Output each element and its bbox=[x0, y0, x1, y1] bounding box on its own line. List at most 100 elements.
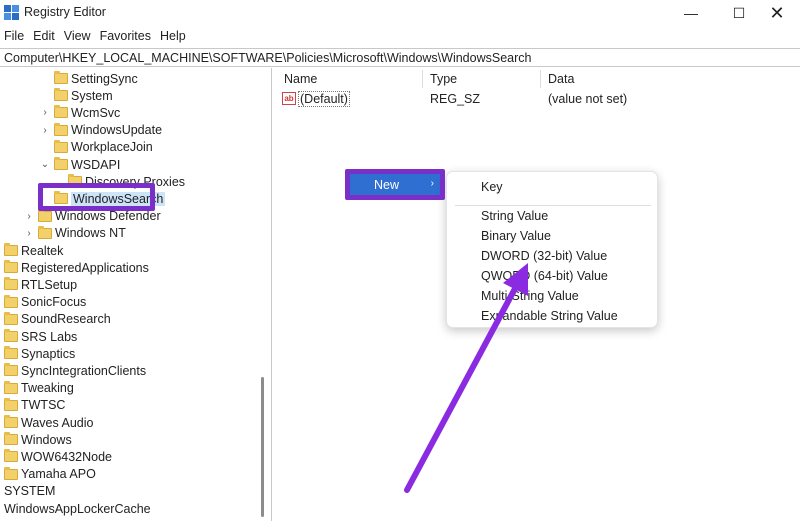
tree-item-label: SYSTEM bbox=[4, 484, 56, 499]
tree-item-label: Tweaking bbox=[21, 381, 74, 396]
menu-view[interactable]: View bbox=[60, 29, 96, 43]
folder-icon bbox=[4, 311, 18, 325]
tree-item-label: Yamaha APO bbox=[21, 467, 96, 482]
tree-item[interactable]: WorkplaceJoin bbox=[40, 139, 153, 156]
folder-icon bbox=[54, 88, 68, 102]
tree-item-label: Windows NT bbox=[55, 226, 126, 241]
tree-item[interactable]: Windows bbox=[4, 431, 72, 448]
column-header-name[interactable]: Name bbox=[284, 72, 317, 86]
highlight-box-new bbox=[345, 169, 445, 200]
minimize-button[interactable]: — bbox=[668, 0, 714, 26]
tree-item[interactable]: SyncIntegrationClients bbox=[4, 362, 146, 379]
tree-item[interactable]: Yamaha APO bbox=[4, 466, 96, 483]
folder-icon bbox=[54, 105, 68, 119]
tree-item-label: RTLSetup bbox=[21, 277, 78, 292]
folder-icon bbox=[4, 432, 18, 446]
tree-item[interactable]: › WindowsUpdate bbox=[40, 122, 162, 139]
registry-editor-icon bbox=[4, 5, 19, 20]
tree-item[interactable]: Realtek bbox=[4, 242, 63, 259]
folder-icon bbox=[4, 415, 18, 428]
submenu-dword-value[interactable]: DWORD (32-bit) Value bbox=[481, 249, 607, 263]
chevron-down-icon[interactable]: ⌄ bbox=[40, 159, 50, 171]
column-divider[interactable] bbox=[540, 70, 541, 88]
value-name: (Default) bbox=[298, 91, 350, 107]
tree-item[interactable]: ⌄ WSDAPI bbox=[40, 156, 120, 173]
chevron-right-icon bbox=[40, 90, 50, 102]
tree-item-label: WindowsAppLockerCache bbox=[4, 501, 151, 516]
string-value-icon: ab bbox=[282, 92, 296, 105]
tree-item-label: TWTSC bbox=[21, 398, 66, 413]
submenu-key[interactable]: Key bbox=[481, 180, 503, 194]
tree-item-label: WOW6432Node bbox=[21, 449, 113, 464]
tree-item[interactable]: Tweaking bbox=[4, 380, 74, 397]
submenu-multistring-value[interactable]: Multi-String Value bbox=[481, 289, 579, 303]
tree-item-label: SRS Labs bbox=[21, 329, 78, 344]
tree-item[interactable]: SoundResearch bbox=[4, 311, 111, 328]
close-button[interactable]: ✕ bbox=[754, 0, 800, 26]
tree-item[interactable]: Waves Audio bbox=[4, 414, 94, 431]
menu-edit[interactable]: Edit bbox=[29, 29, 60, 43]
tree-item[interactable]: SRS Labs bbox=[4, 328, 77, 345]
chevron-right-icon[interactable]: › bbox=[24, 210, 34, 222]
tree-item-label: Synaptics bbox=[21, 346, 76, 361]
close-icon: ✕ bbox=[769, 2, 785, 23]
menu-favorites[interactable]: Favorites bbox=[96, 29, 156, 43]
folder-icon bbox=[54, 157, 68, 170]
tree-item[interactable]: TWTSC bbox=[4, 397, 65, 414]
tree-item[interactable]: SettingSync bbox=[40, 70, 138, 87]
chevron-right-icon[interactable]: › bbox=[40, 124, 50, 136]
column-header-type[interactable]: Type bbox=[430, 72, 457, 86]
tree-item-label: SonicFocus bbox=[21, 295, 87, 310]
tree-item[interactable]: SonicFocus bbox=[4, 294, 86, 311]
tree-item[interactable]: RTLSetup bbox=[4, 276, 77, 293]
tree-item-label: Waves Audio bbox=[21, 415, 94, 430]
maximize-icon: ☐ bbox=[732, 4, 746, 21]
menu-help[interactable]: Help bbox=[156, 29, 191, 43]
folder-icon bbox=[54, 71, 68, 84]
folder-icon bbox=[54, 139, 68, 153]
menu-file[interactable]: File bbox=[0, 29, 29, 43]
tree-item[interactable]: WindowsAppLockerCache bbox=[4, 500, 151, 517]
tree-item-label: Windows Defender bbox=[55, 209, 161, 224]
tree-item-label: RegisteredApplications bbox=[21, 260, 149, 275]
tree-item[interactable]: › WcmSvc bbox=[40, 104, 120, 121]
folder-icon bbox=[4, 277, 18, 291]
folder-icon bbox=[4, 466, 18, 480]
tree-item-label: Realtek bbox=[21, 243, 64, 258]
chevron-right-icon[interactable]: › bbox=[24, 227, 34, 239]
value-row[interactable]: ab (Default) REG_SZ (value not set) bbox=[276, 90, 796, 108]
chevron-right-icon[interactable]: › bbox=[40, 107, 50, 119]
tree-item[interactable]: Synaptics bbox=[4, 345, 75, 362]
tree-item-label: WSDAPI bbox=[71, 157, 121, 172]
tree-item-label: SoundResearch bbox=[21, 312, 111, 327]
tree-item[interactable]: System bbox=[40, 87, 113, 104]
folder-icon bbox=[4, 243, 18, 256]
tree-item-label: WorkplaceJoin bbox=[71, 140, 153, 155]
tree-item-label: WcmSvc bbox=[71, 105, 121, 120]
title-bar: Registry Editor — ☐ ✕ bbox=[0, 0, 800, 26]
tree-item[interactable]: RegisteredApplications bbox=[4, 259, 149, 276]
folder-icon bbox=[4, 329, 18, 342]
menu-bar: File Edit View Favorites Help bbox=[0, 26, 800, 46]
folder-icon bbox=[4, 380, 18, 394]
tree-item-label: SyncIntegrationClients bbox=[21, 363, 147, 378]
address-bar[interactable]: Computer\HKEY_LOCAL_MACHINE\SOFTWARE\Pol… bbox=[0, 48, 800, 67]
tree-scrollbar[interactable] bbox=[261, 377, 264, 517]
submenu-binary-value[interactable]: Binary Value bbox=[481, 229, 551, 243]
submenu-expandable-string-value[interactable]: Expandable String Value bbox=[481, 309, 618, 323]
column-divider[interactable] bbox=[422, 70, 423, 88]
tree-item-label: Windows bbox=[21, 432, 72, 447]
folder-icon bbox=[38, 225, 52, 239]
submenu-qword-value[interactable]: QWORD (64-bit) Value bbox=[481, 269, 608, 283]
tree-item[interactable]: WOW6432Node bbox=[4, 448, 112, 465]
chevron-right-icon bbox=[40, 73, 50, 85]
submenu-divider bbox=[455, 205, 651, 206]
column-header-data[interactable]: Data bbox=[548, 72, 574, 86]
folder-icon bbox=[38, 208, 52, 222]
tree-item[interactable]: SYSTEM bbox=[4, 483, 55, 500]
tree-item[interactable]: › Windows NT bbox=[24, 225, 126, 242]
chevron-right-icon bbox=[40, 141, 50, 153]
folder-icon bbox=[4, 397, 18, 411]
folder-icon bbox=[4, 294, 18, 308]
submenu-string-value[interactable]: String Value bbox=[481, 209, 548, 223]
